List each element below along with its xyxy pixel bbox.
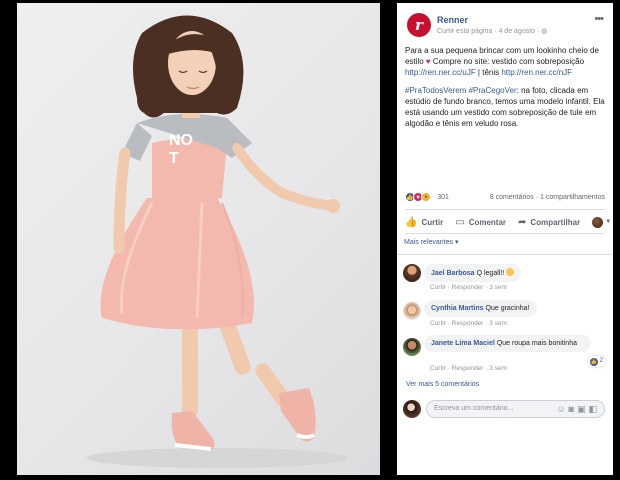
post-header: r Renner Curtir esta página · 4 de agost… [407,13,607,41]
comment-share-counts: 8 comentários · 1 compartilhamentos [490,194,605,201]
reaction-count[interactable]: 301 [437,194,449,201]
divider [397,254,613,255]
post-meta-text: Curtir esta página · 4 de agosto · [437,28,542,35]
post-meta: Curtir esta página · 4 de agosto · ◍ [437,27,547,35]
comment-bubble: Cynthia Martins Que gracinha! [424,300,537,317]
my-avatar [403,400,421,418]
comments-count[interactable]: 8 comentários [490,194,534,201]
caret-down-icon: ▼ [605,219,612,225]
sneaker-link[interactable]: http://ren.ner.cc/nJF [501,68,572,77]
comment-text: Que roupa mais bonitinha [496,340,577,347]
view-more-comments-link[interactable]: Ver mais 5 comentários [406,381,479,388]
post-paragraph-1: Para a sua pequena brincar com um lookin… [405,45,605,78]
comment-actions[interactable]: Curtir · Responder · 3 sem [430,365,507,372]
comment-filter-dropdown[interactable]: Mais relevantes ▾ [404,238,458,246]
thumbs-up-icon: 👍 [405,216,418,228]
like-button[interactable]: 👍 Curtir [405,217,443,228]
page-logo[interactable]: r [407,13,431,37]
comment-input[interactable]: Escreva um comentário... ☺◙▣◧ [426,400,605,418]
more-options-icon[interactable]: ••• [594,13,604,25]
comment-text: Q legall!! [476,270,507,277]
comment-author[interactable]: Cynthia Martins [431,305,484,312]
comment-like-count: 2 [599,357,603,364]
post-as-selector[interactable]: ▼ [592,216,612,228]
user-avatar-icon [592,216,604,228]
page-name[interactable]: Renner [437,15,468,25]
comment-item: Jael Barbosa Q legall!! Curtir · Responde… [403,260,605,300]
svg-text:T: T [169,150,179,167]
divider [405,233,605,234]
emoji-icon[interactable]: ☺ [556,404,568,414]
dress-link[interactable]: http://ren.ner.cc/uJF [405,68,476,77]
comment-item: Cynthia Martins Que gracinha! Curtir · Re… [403,298,605,338]
comment-like-badge[interactable]: 👍 2 [587,356,605,367]
comment-author[interactable]: Janete Lima Maciel [431,340,495,347]
camera-icon[interactable]: ◙ [569,404,577,414]
reaction-stats: 👍 ♥ • 301 8 comentários · 1 compartilhamen… [405,192,605,206]
post-photo[interactable]: NO T [17,3,380,475]
comment-placeholder: Escreva um comentário... [434,405,514,412]
composer-icons: ☺◙▣◧ [556,404,600,415]
divider [405,209,605,210]
post-side-panel: r Renner Curtir esta página · 4 de agost… [397,3,613,475]
like-label: Curtir [421,217,444,227]
hashtags-link[interactable]: #PraTodosVerem #PraCegoVer [405,86,517,95]
share-arrow-icon: ➦ [518,216,527,228]
post-text: Para a sua pequena brincar com um lookin… [405,45,605,136]
comment-actions[interactable]: Curtir · Responder · 3 sem [430,284,507,291]
post-actions: 👍 Curtir ▭ Comentar ➦ Compartilhar ▼ [405,213,611,231]
share-button[interactable]: ➦ Compartilhar [518,217,580,228]
share-label: Compartilhar [530,217,581,227]
post-separator-text: | tênis [475,68,502,77]
comment-bubble: Jael Barbosa Q legall!! [424,264,522,282]
comment-composer: Escreva um comentário... ☺◙▣◧ [403,398,605,420]
child-model-image: NO T [87,15,347,468]
globe-icon: ◍ [541,28,548,35]
comment-actions[interactable]: Curtir · Responder · 3 sem [430,320,507,327]
comment-item: Janete Lima Maciel Que roupa mais bonitin… [403,334,605,380]
smile-emoji-icon [506,268,515,276]
commenter-avatar[interactable] [403,264,421,282]
comment-button[interactable]: ▭ Comentar [455,217,506,228]
comment-text: Que gracinha! [485,305,530,312]
comment-bubble: Janete Lima Maciel Que roupa mais bonitin… [424,335,591,352]
post-intro2-text: Compre no site: vestido com sobreposição [430,57,585,66]
like-badge-icon: 👍 [589,358,598,366]
svg-text:NO: NO [169,132,193,149]
gif-icon[interactable]: ▣ [577,404,589,414]
comment-label: Comentar [468,217,507,227]
wow-reaction-icon[interactable]: • [421,192,431,202]
post-paragraph-2: #PraTodosVerem #PraCegoVer: na foto, cli… [405,85,605,129]
speech-bubble-icon: ▭ [455,216,465,228]
commenter-avatar[interactable] [403,338,421,356]
commenter-avatar[interactable] [403,302,421,320]
shares-count[interactable]: 1 compartilhamentos [540,194,605,201]
sticker-icon[interactable]: ◧ [588,404,600,414]
comment-author[interactable]: Jael Barbosa [431,270,475,277]
